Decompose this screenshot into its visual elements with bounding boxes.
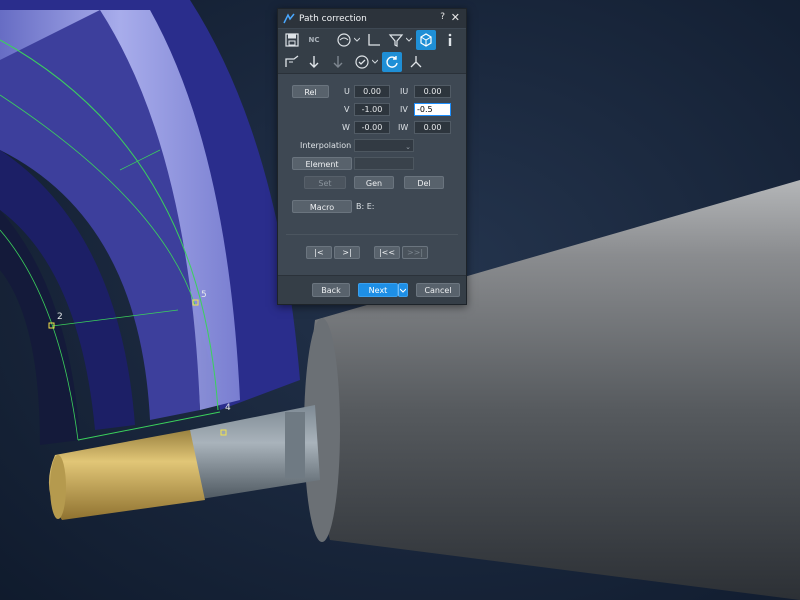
chevron-down-icon: [399, 288, 407, 293]
set-button[interactable]: Set: [304, 176, 346, 189]
check-icon[interactable]: [352, 52, 372, 72]
cube-icon[interactable]: [416, 30, 436, 50]
refresh-icon[interactable]: [382, 52, 402, 72]
info-icon[interactable]: [440, 30, 460, 50]
marker-label-2: 2: [57, 312, 63, 322]
help-button[interactable]: ?: [440, 12, 445, 22]
toolbar-row-2: [278, 51, 466, 74]
dialog-footer: Back Next Cancel: [278, 275, 466, 304]
iw-label: IW: [398, 123, 409, 132]
v-label: V: [344, 105, 350, 114]
v-field[interactable]: -1.00: [354, 103, 390, 116]
nav-next-step-button[interactable]: >|: [334, 246, 360, 259]
del-button[interactable]: Del: [404, 176, 444, 189]
arrow-down-gray-icon[interactable]: [328, 52, 348, 72]
chevron-down-icon: ⌄: [405, 143, 411, 151]
axis-icon[interactable]: [364, 30, 384, 50]
iv-field[interactable]: -0.5: [414, 103, 451, 116]
u-field[interactable]: 0.00: [354, 85, 390, 98]
interpolation-label: Interpolation: [300, 141, 352, 150]
gen-button[interactable]: Gen: [354, 176, 394, 189]
iv-label: IV: [400, 105, 408, 114]
dialog-titlebar[interactable]: Path correction ? ✕: [278, 9, 466, 28]
chevron-down-icon[interactable]: [372, 59, 378, 65]
macro-button[interactable]: Macro: [292, 200, 352, 213]
save-icon[interactable]: [282, 30, 302, 50]
element-field[interactable]: [354, 157, 414, 170]
chevron-down-icon[interactable]: [406, 37, 412, 43]
toolbar-row-1: NC: [278, 29, 466, 51]
u-label: U: [344, 87, 350, 96]
close-button[interactable]: ✕: [451, 11, 460, 24]
cancel-button[interactable]: Cancel: [416, 283, 460, 297]
filter-icon[interactable]: [386, 30, 406, 50]
element-button[interactable]: Element: [292, 157, 352, 170]
triad-icon[interactable]: [406, 52, 426, 72]
marker-label-4: 4: [225, 403, 231, 413]
back-button[interactable]: Back: [312, 283, 350, 297]
tool-icon[interactable]: [282, 52, 302, 72]
nc-label: NC: [308, 36, 320, 44]
chevron-down-icon[interactable]: [354, 37, 360, 43]
rel-button[interactable]: Rel: [292, 85, 329, 98]
app-logo-icon: [283, 12, 295, 23]
interpolation-select[interactable]: ⌄: [354, 139, 414, 152]
w-label: W: [342, 123, 350, 132]
divider: [286, 234, 458, 235]
iu-label: IU: [400, 87, 409, 96]
iu-field[interactable]: 0.00: [414, 85, 451, 98]
next-button[interactable]: Next: [358, 283, 398, 297]
nav-first-button[interactable]: |<: [306, 246, 332, 259]
marker-label-5: 5: [201, 290, 207, 300]
nav-rewind-button[interactable]: |<<: [374, 246, 400, 259]
macro-info: B: E:: [356, 202, 375, 211]
arrow-down-icon[interactable]: [304, 52, 324, 72]
view-icon[interactable]: [334, 30, 354, 50]
next-dropdown-button[interactable]: [398, 283, 408, 297]
iw-field[interactable]: 0.00: [414, 121, 451, 134]
dialog-body: Rel U 0.00 IU 0.00 V -1.00 IV -0.5 W -0.…: [278, 74, 466, 274]
w-field[interactable]: -0.00: [354, 121, 390, 134]
dialog-title: Path correction: [299, 13, 367, 24]
path-correction-dialog: Path correction ? ✕ NC Rel U 0.00 IU 0.0…: [277, 8, 467, 305]
nav-end-button[interactable]: >>|: [402, 246, 428, 259]
nc-icon[interactable]: NC: [304, 30, 324, 50]
